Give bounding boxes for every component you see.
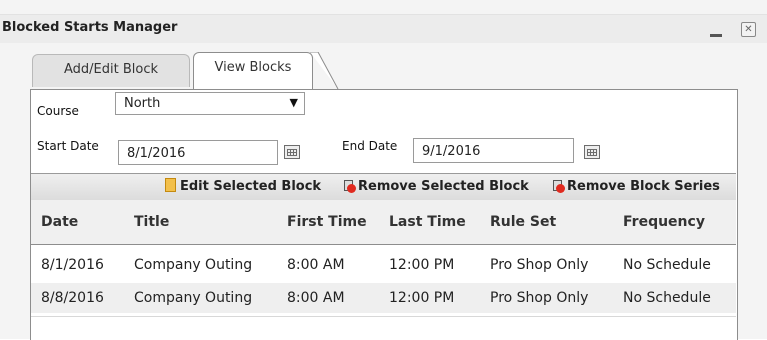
edit-document-icon: [165, 178, 176, 192]
tab-add-edit-block[interactable]: Add/Edit Block: [32, 54, 190, 87]
column-header-frequency[interactable]: Frequency: [623, 214, 705, 230]
remove-block-series-button[interactable]: Remove Block Series: [552, 178, 720, 194]
cell-frequency: No Schedule: [623, 290, 711, 306]
window-title: Blocked Starts Manager: [2, 20, 178, 35]
tab-view-blocks[interactable]: View Blocks: [193, 52, 313, 90]
table-row[interactable]: 8/8/2016 Company Outing 8:00 AM 12:00 PM…: [31, 283, 736, 313]
remove-series-trash-icon: [552, 178, 565, 193]
cell-date: 8/8/2016: [41, 290, 104, 306]
column-header-title[interactable]: Title: [134, 214, 169, 230]
remove-trash-icon: [343, 178, 356, 193]
close-icon[interactable]: ✕: [741, 22, 756, 37]
course-select[interactable]: North ▼: [115, 92, 305, 115]
cell-rule-set: Pro Shop Only: [490, 257, 589, 273]
cell-first-time: 8:00 AM: [287, 290, 345, 306]
action-toolbar: Edit Selected Block Remove Selected Bloc…: [31, 173, 736, 201]
edit-selected-label: Edit Selected Block: [180, 179, 322, 194]
title-bar: Blocked Starts Manager ✕: [0, 14, 767, 43]
cell-date: 8/1/2016: [41, 257, 104, 273]
start-date-input[interactable]: 8/1/2016: [118, 140, 278, 165]
end-date-label: End Date: [342, 139, 398, 153]
start-date-label: Start Date: [37, 139, 99, 153]
start-calendar-icon[interactable]: [284, 145, 300, 159]
column-header-date[interactable]: Date: [41, 214, 78, 230]
remove-series-label: Remove Block Series: [567, 179, 720, 194]
table-header: Date Title First Time Last Time Rule Set…: [31, 200, 736, 245]
dropdown-arrow-icon: ▼: [289, 96, 298, 109]
tab-add-edit-label: Add/Edit Block: [63, 62, 158, 77]
column-header-first-time[interactable]: First Time: [287, 214, 367, 230]
course-label: Course: [37, 104, 79, 118]
cell-last-time: 12:00 PM: [389, 257, 455, 273]
blocked-starts-window: Blocked Starts Manager ✕ Add/Edit Block …: [0, 0, 767, 340]
cell-title: Company Outing: [134, 257, 253, 273]
cell-title: Company Outing: [134, 290, 253, 306]
tab-edge: [310, 52, 339, 90]
cell-first-time: 8:00 AM: [287, 257, 345, 273]
end-date-input[interactable]: 9/1/2016: [413, 138, 574, 163]
end-calendar-icon[interactable]: [584, 145, 600, 159]
remove-selected-block-button[interactable]: Remove Selected Block: [343, 178, 529, 194]
cell-frequency: No Schedule: [623, 257, 711, 273]
cell-rule-set: Pro Shop Only: [490, 290, 589, 306]
minimize-icon[interactable]: [710, 34, 722, 37]
column-header-last-time[interactable]: Last Time: [389, 214, 466, 230]
table-row[interactable]: 8/1/2016 Company Outing 8:00 AM 12:00 PM…: [31, 250, 736, 280]
course-value: North: [124, 96, 161, 111]
column-header-rule-set[interactable]: Rule Set: [490, 214, 556, 230]
cell-last-time: 12:00 PM: [389, 290, 455, 306]
table-divider: [31, 316, 736, 317]
remove-selected-label: Remove Selected Block: [358, 179, 529, 194]
tab-view-blocks-label: View Blocks: [214, 60, 292, 75]
edit-selected-block-button[interactable]: Edit Selected Block: [165, 178, 321, 194]
